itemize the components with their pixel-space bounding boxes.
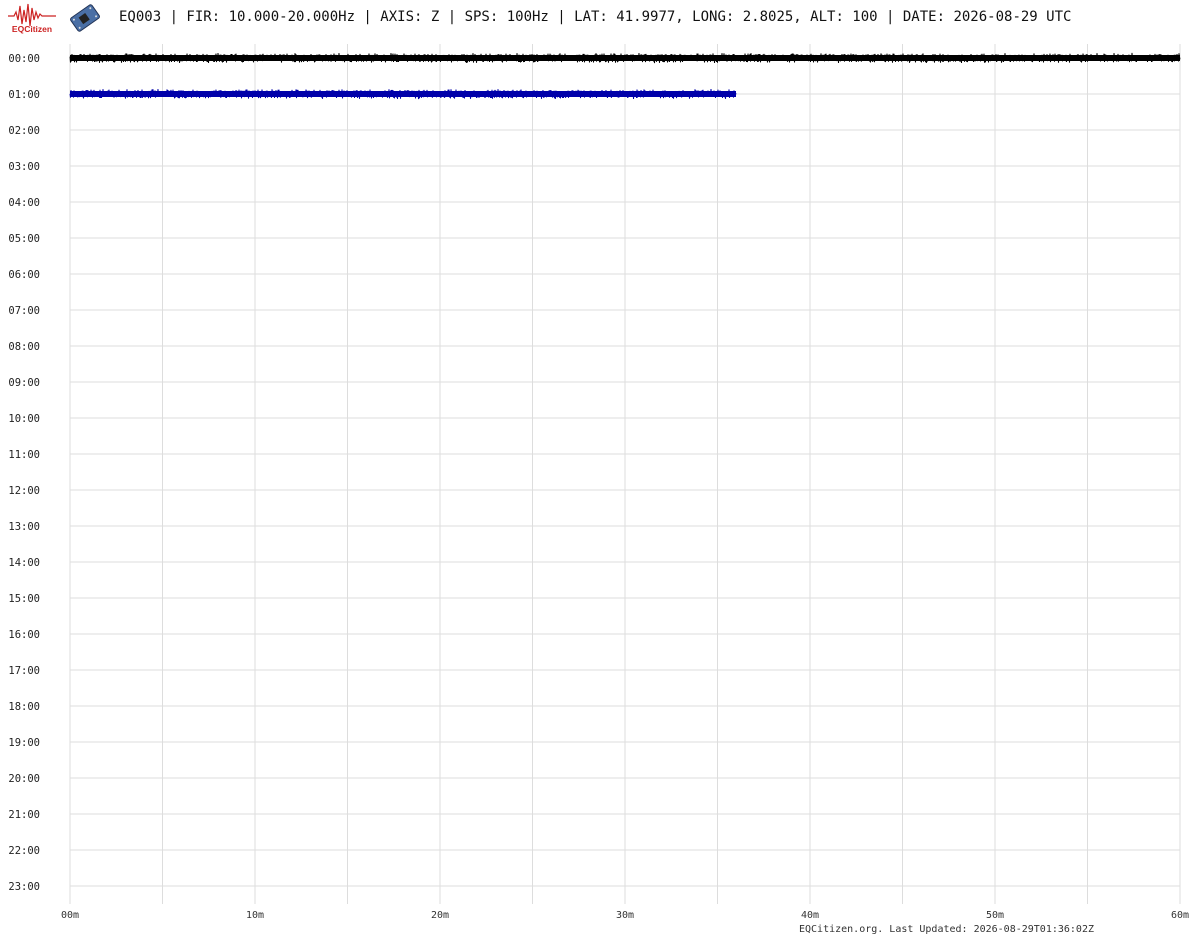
x-tick-label: 00m [61, 910, 79, 921]
y-tick-label: 18:00 [8, 701, 40, 713]
trace-core-0000 [70, 55, 1180, 61]
y-tick-label: 05:00 [8, 233, 40, 245]
y-tick-label: 13:00 [8, 521, 40, 533]
y-tick-label: 17:00 [8, 665, 40, 677]
y-tick-label: 16:00 [8, 629, 40, 641]
y-tick-label: 00:00 [8, 53, 40, 65]
last-updated-footer: EQCitizen.org. Last Updated: 2026-08-29T… [798, 924, 1094, 935]
y-tick-label: 21:00 [8, 809, 40, 821]
y-tick-label: 12:00 [8, 485, 40, 497]
y-tick-label: 19:00 [8, 737, 40, 749]
y-tick-label: 06:00 [8, 269, 40, 281]
x-tick-label: 50m [986, 910, 1004, 921]
y-tick-label: 08:00 [8, 341, 40, 353]
y-tick-label: 04:00 [8, 197, 40, 209]
y-tick-label: 15:00 [8, 593, 40, 605]
grid [69, 44, 1181, 904]
x-tick-label: 60m [1171, 910, 1189, 921]
y-tick-label: 23:00 [8, 881, 40, 893]
y-tick-label: 07:00 [8, 305, 40, 317]
x-tick-label: 20m [431, 910, 449, 921]
y-tick-label: 22:00 [8, 845, 40, 857]
y-tick-label: 10:00 [8, 413, 40, 425]
y-tick-label: 20:00 [8, 773, 40, 785]
x-tick-label: 40m [801, 910, 819, 921]
y-tick-label: 01:00 [8, 89, 40, 101]
y-tick-label: 03:00 [8, 161, 40, 173]
y-tick-label: 11:00 [8, 449, 40, 461]
helicorder-chart: 00:00 01:00 02:00 03:00 04:00 05:00 06:00 07:00… [8, 44, 1189, 921]
x-tick-labels: 00m 10m 20m 30m 40m 50m 60m [61, 910, 1189, 921]
y-tick-labels: 00:00 01:00 02:00 03:00 04:00 05:00 06:00 07:00… [8, 53, 40, 893]
y-tick-label: 09:00 [8, 377, 40, 389]
trace-core-0100 [70, 91, 736, 97]
x-tick-label: 30m [616, 910, 634, 921]
y-tick-label: 02:00 [8, 125, 40, 137]
x-tick-label: 10m [246, 910, 264, 921]
y-tick-label: 14:00 [8, 557, 40, 569]
